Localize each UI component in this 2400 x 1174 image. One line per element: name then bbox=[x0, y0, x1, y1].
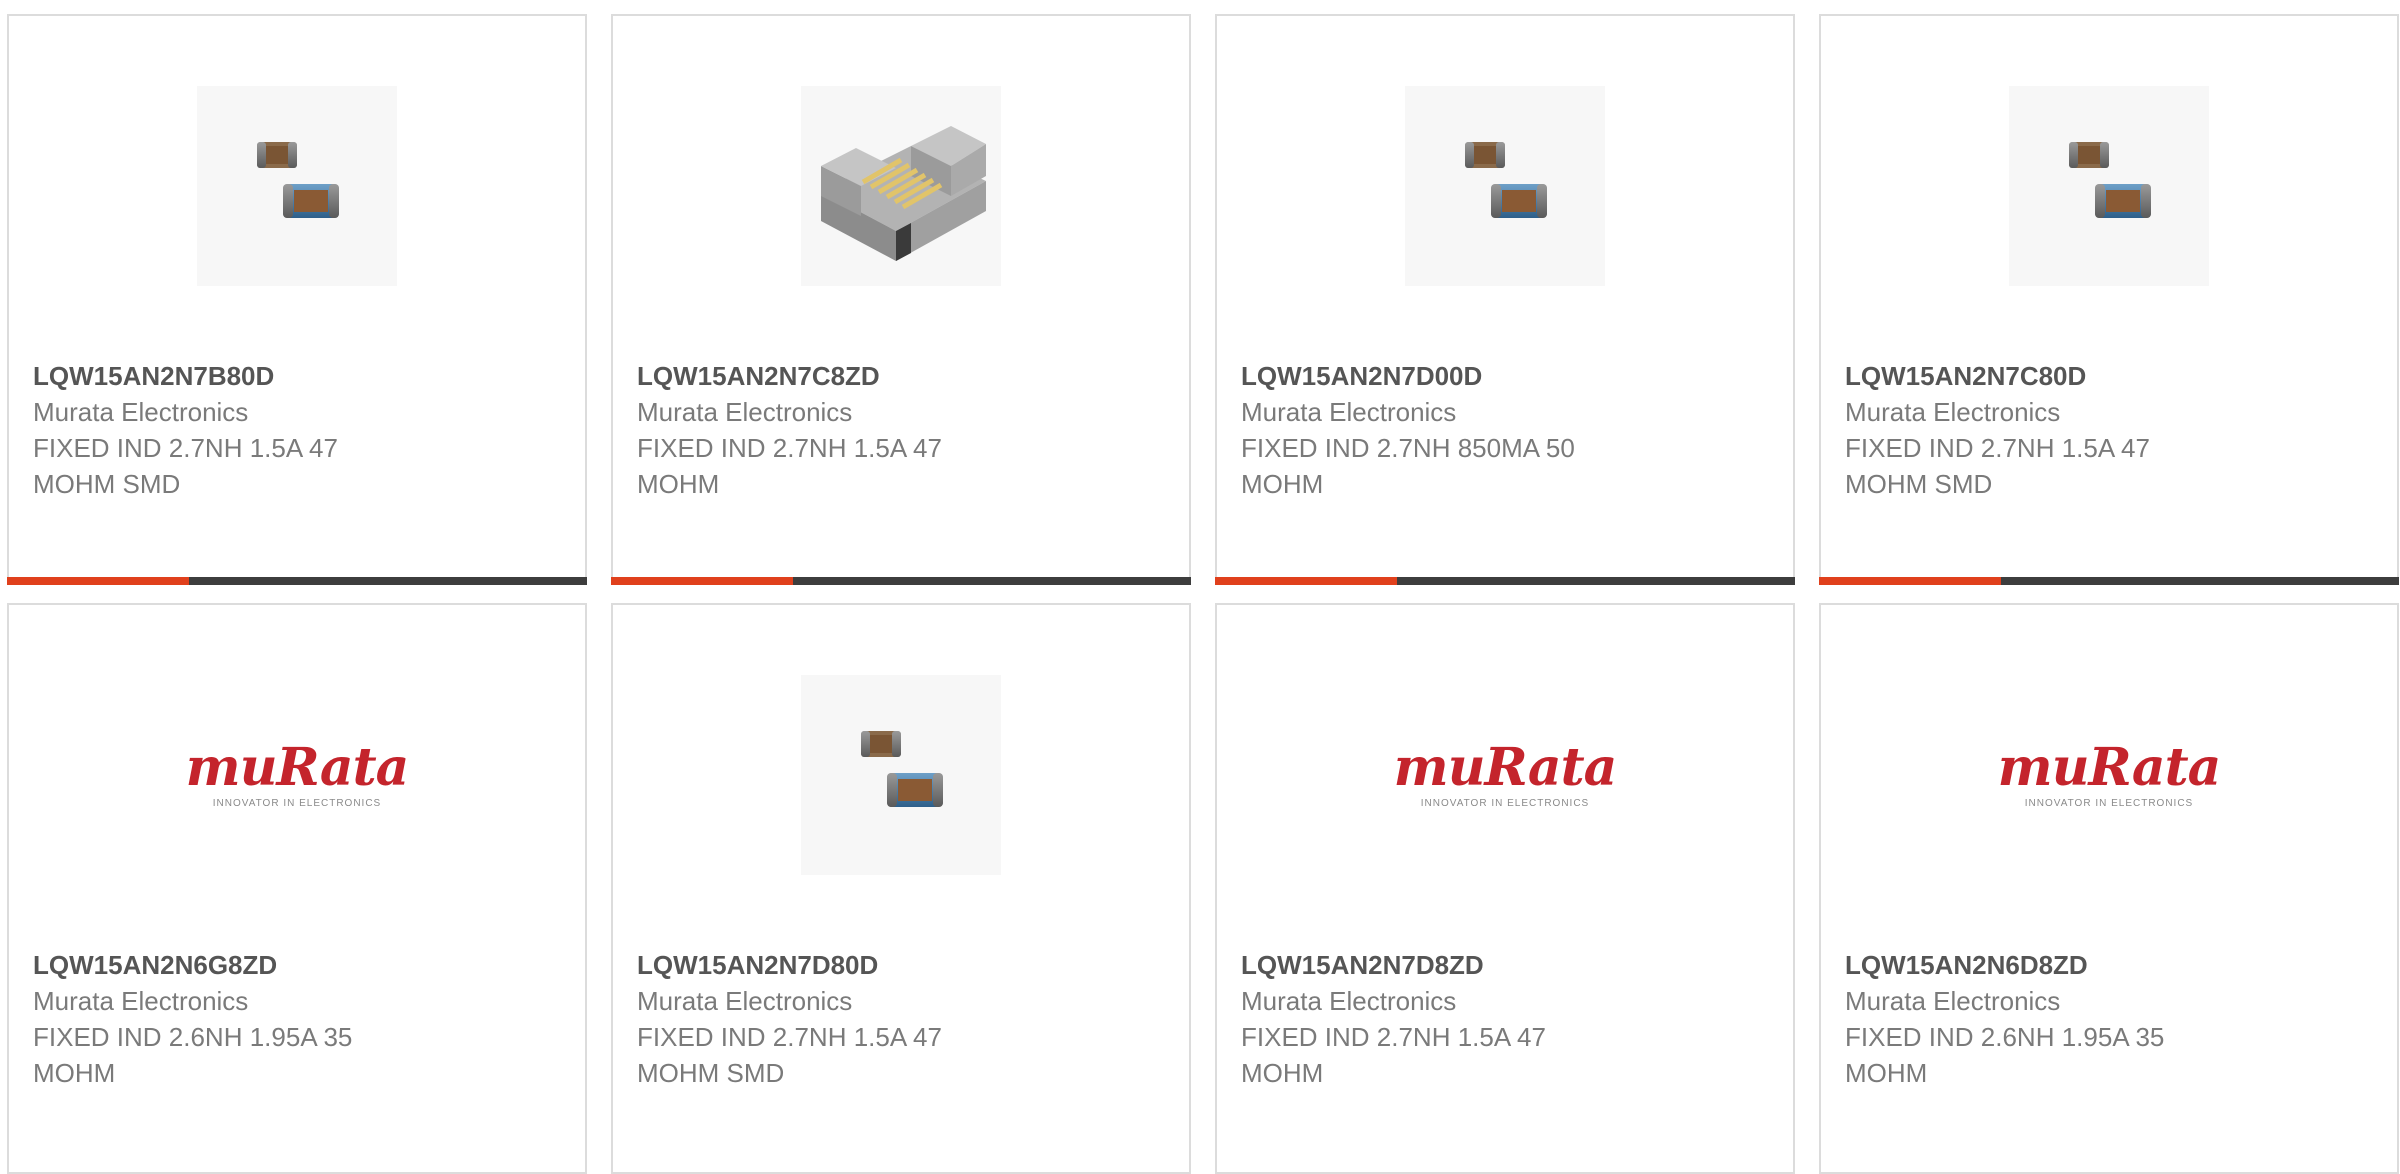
murata-logo-tagline: INNOVATOR IN ELECTRONICS bbox=[1420, 797, 1590, 809]
manufacturer: Murata Electronics bbox=[1241, 986, 1457, 1016]
manufacturer: Murata Electronics bbox=[1845, 397, 2061, 427]
product-image[interactable] bbox=[801, 675, 1001, 875]
product-image[interactable]: muRata INNOVATOR IN ELECTRONICS bbox=[1998, 675, 2221, 875]
product-description: FIXED IND 2.6NH 1.95A 35 MOHM bbox=[1845, 1022, 2165, 1088]
product-info: LQW15AN2N7D80D Murata Electronics FIXED IN… bbox=[637, 947, 1165, 1091]
manufacturer: Murata Electronics bbox=[637, 397, 853, 427]
product-image[interactable]: muRata INNOVATOR IN ELECTRONICS bbox=[1394, 675, 1617, 875]
inductor-chip-pair-image bbox=[257, 142, 339, 218]
product-description: FIXED IND 2.6NH 1.95A 35 MOHM bbox=[33, 1022, 353, 1088]
product-card[interactable]: muRata INNOVATOR IN ELECTRONICS LQW15AN2… bbox=[1819, 603, 2399, 1174]
manufacturer: Murata Electronics bbox=[1845, 986, 2061, 1016]
product-card[interactable]: LQW15AN2N7D80D Murata Electronics FIXED IN… bbox=[611, 603, 1191, 1174]
card-accent-bar bbox=[1215, 577, 1795, 585]
card-accent-highlight bbox=[7, 577, 189, 585]
part-number[interactable]: LQW15AN2N7C80D bbox=[1845, 358, 2373, 394]
product-card[interactable]: LQW15AN2N7B80D Murata Electronics FIXED IN… bbox=[7, 14, 587, 585]
product-description: FIXED IND 2.7NH 1.5A 47 MOHM bbox=[637, 433, 942, 499]
part-number[interactable]: LQW15AN2N6D8ZD bbox=[1845, 947, 2373, 983]
product-info: LQW15AN2N7C80D Murata Electronics FIXED IN… bbox=[1845, 358, 2373, 502]
product-info: LQW15AN2N6D8ZD Murata Electronics FIXED IN… bbox=[1845, 947, 2373, 1091]
product-card[interactable]: LQW15AN2N7C8ZD Murata Electronics FIXED IN… bbox=[611, 14, 1191, 585]
part-number[interactable]: LQW15AN2N6G8ZD bbox=[33, 947, 561, 983]
product-image[interactable] bbox=[801, 86, 1001, 286]
product-description: FIXED IND 2.7NH 1.5A 47 MOHM bbox=[1241, 1022, 1546, 1088]
product-card[interactable]: LQW15AN2N7C80D Murata Electronics FIXED IN… bbox=[1819, 14, 2399, 585]
product-description: FIXED IND 2.7NH 1.5A 47 MOHM SMD bbox=[637, 1022, 942, 1088]
manufacturer: Murata Electronics bbox=[33, 986, 249, 1016]
wirewound-inductor-image bbox=[821, 126, 986, 261]
product-description: FIXED IND 2.7NH 1.5A 47 MOHM SMD bbox=[33, 433, 338, 499]
murata-logo-tagline: INNOVATOR IN ELECTRONICS bbox=[212, 797, 382, 809]
murata-logo-tagline: INNOVATOR IN ELECTRONICS bbox=[2024, 797, 2194, 809]
part-number[interactable]: LQW15AN2N7D00D bbox=[1241, 358, 1769, 394]
murata-logo-wordmark: muRata bbox=[1393, 736, 1618, 798]
part-number[interactable]: LQW15AN2N7D8ZD bbox=[1241, 947, 1769, 983]
product-info: LQW15AN2N6G8ZD Murata Electronics FIXED IN… bbox=[33, 947, 561, 1091]
product-card[interactable]: LQW15AN2N7D00D Murata Electronics FIXED IN… bbox=[1215, 14, 1795, 585]
manufacturer: Murata Electronics bbox=[637, 986, 853, 1016]
product-image[interactable] bbox=[2009, 86, 2209, 286]
card-accent-bar bbox=[1819, 577, 2399, 585]
murata-logo: muRata INNOVATOR IN ELECTRONICS bbox=[1997, 736, 2222, 809]
inductor-chip-pair-image bbox=[1465, 142, 1547, 218]
card-accent-highlight bbox=[1819, 577, 2001, 585]
murata-logo: muRata INNOVATOR IN ELECTRONICS bbox=[1393, 736, 1618, 809]
product-info: LQW15AN2N7D8ZD Murata Electronics FIXED IN… bbox=[1241, 947, 1769, 1091]
product-image[interactable] bbox=[197, 86, 397, 286]
product-card[interactable]: muRata INNOVATOR IN ELECTRONICS LQW15AN2… bbox=[7, 603, 587, 1174]
inductor-chip-pair-image bbox=[861, 731, 943, 807]
product-grid: LQW15AN2N7B80D Murata Electronics FIXED IN… bbox=[7, 14, 2400, 1174]
product-description: FIXED IND 2.7NH 850MA 50 MOHM bbox=[1241, 433, 1575, 499]
product-image[interactable]: muRata INNOVATOR IN ELECTRONICS bbox=[186, 675, 409, 875]
part-number[interactable]: LQW15AN2N7D80D bbox=[637, 947, 1165, 983]
product-info: LQW15AN2N7C8ZD Murata Electronics FIXED IN… bbox=[637, 358, 1165, 502]
product-description: FIXED IND 2.7NH 1.5A 47 MOHM SMD bbox=[1845, 433, 2150, 499]
part-number[interactable]: LQW15AN2N7C8ZD bbox=[637, 358, 1165, 394]
card-accent-highlight bbox=[1215, 577, 1397, 585]
product-image[interactable] bbox=[1405, 86, 1605, 286]
manufacturer: Murata Electronics bbox=[33, 397, 249, 427]
part-number[interactable]: LQW15AN2N7B80D bbox=[33, 358, 561, 394]
card-accent-highlight bbox=[611, 577, 793, 585]
murata-logo-wordmark: muRata bbox=[1997, 736, 2222, 798]
product-info: LQW15AN2N7B80D Murata Electronics FIXED IN… bbox=[33, 358, 561, 502]
card-accent-bar bbox=[611, 577, 1191, 585]
card-accent-bar bbox=[7, 577, 587, 585]
murata-logo: muRata INNOVATOR IN ELECTRONICS bbox=[185, 736, 410, 809]
murata-logo-wordmark: muRata bbox=[185, 736, 410, 798]
inductor-chip-pair-image bbox=[2069, 142, 2151, 218]
product-info: LQW15AN2N7D00D Murata Electronics FIXED IN… bbox=[1241, 358, 1769, 502]
product-card[interactable]: muRata INNOVATOR IN ELECTRONICS LQW15AN2… bbox=[1215, 603, 1795, 1174]
manufacturer: Murata Electronics bbox=[1241, 397, 1457, 427]
